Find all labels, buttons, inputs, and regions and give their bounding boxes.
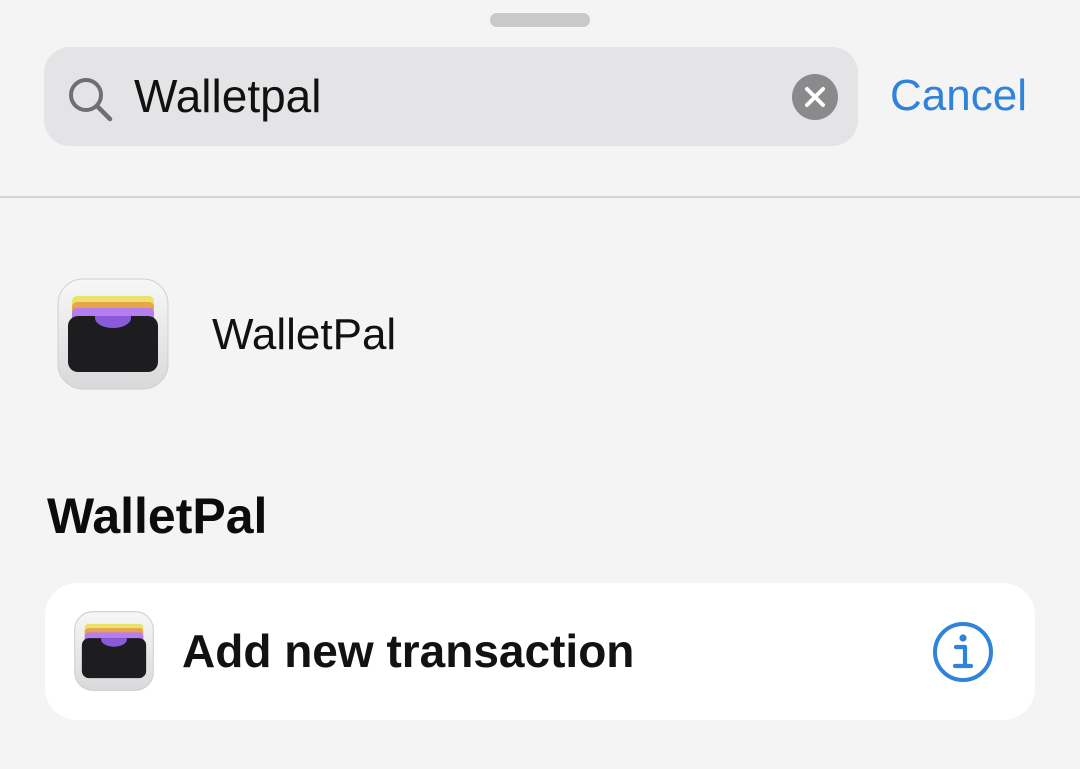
search-input[interactable]: Walletpal	[134, 69, 321, 124]
sheet-grabber[interactable]	[490, 13, 590, 27]
walletpal-app-icon	[57, 278, 169, 390]
search-field[interactable]: Walletpal	[44, 47, 858, 146]
divider	[0, 196, 1080, 198]
section-title: WalletPal	[47, 488, 268, 544]
clear-search-button[interactable]	[792, 74, 838, 120]
info-button[interactable]	[932, 621, 994, 683]
info-icon	[933, 622, 993, 682]
close-icon	[805, 87, 825, 107]
action-row-add-transaction[interactable]: Add new transaction	[45, 583, 1035, 720]
action-label: Add new transaction	[182, 625, 635, 677]
walletpal-app-icon	[74, 611, 154, 691]
search-icon	[66, 75, 114, 123]
app-name: WalletPal	[212, 310, 397, 359]
cancel-button[interactable]: Cancel	[890, 68, 1027, 124]
shortcut-search-sheet: Walletpal Cancel WalletPal WalletPal Add…	[0, 0, 1080, 769]
app-result-row[interactable]: WalletPal	[0, 270, 1080, 400]
